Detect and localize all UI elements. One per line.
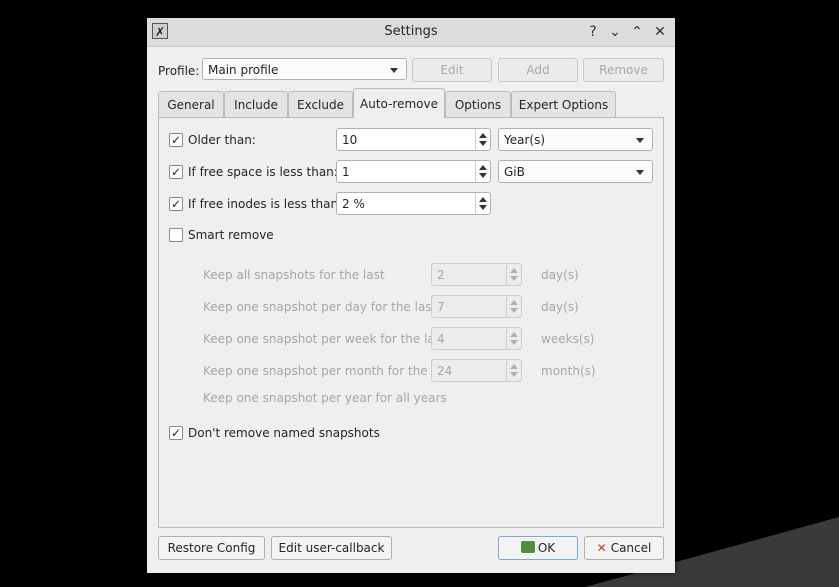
spin-down-icon[interactable] bbox=[510, 372, 518, 377]
keep-per-month-unit: month(s) bbox=[541, 364, 596, 378]
tab-include[interactable]: Include bbox=[224, 91, 288, 117]
spin-down-icon[interactable] bbox=[510, 308, 518, 313]
older-than-value: 10 bbox=[342, 133, 358, 147]
chevron-down-icon bbox=[636, 138, 644, 143]
free-space-unit-select[interactable]: GiB bbox=[498, 160, 653, 183]
older-than-unit-value: Year(s) bbox=[504, 133, 546, 147]
older-than-checkbox[interactable]: ✓ bbox=[169, 133, 183, 147]
profile-select-value: Main profile bbox=[208, 63, 279, 77]
keep-per-day-value: 7 bbox=[437, 300, 445, 314]
spin-buttons[interactable] bbox=[475, 193, 490, 214]
close-icon[interactable]: ✕ bbox=[650, 22, 670, 42]
cancel-button[interactable]: ✕ Cancel bbox=[584, 536, 664, 560]
keep-per-day-spinbox[interactable]: 7 bbox=[431, 295, 522, 318]
keep-all-unit: day(s) bbox=[541, 268, 579, 282]
keep-per-year-label: Keep one snapshot per year for all years bbox=[203, 391, 447, 405]
keep-per-week-value: 4 bbox=[437, 332, 445, 346]
profile-label: Profile: bbox=[158, 64, 200, 78]
tab-general[interactable]: General bbox=[158, 91, 224, 117]
keep-per-month-value: 24 bbox=[437, 364, 453, 378]
spin-buttons[interactable] bbox=[506, 360, 521, 381]
edit-user-callback-button[interactable]: Edit user-callback bbox=[271, 536, 392, 560]
spin-up-icon[interactable] bbox=[510, 300, 518, 305]
dont-remove-named-checkbox[interactable]: ✓ bbox=[169, 426, 183, 440]
spin-up-icon[interactable] bbox=[479, 133, 487, 138]
keep-per-week-unit: weeks(s) bbox=[541, 332, 595, 346]
remove-profile-button[interactable]: Remove bbox=[583, 58, 664, 82]
spin-down-icon[interactable] bbox=[510, 276, 518, 281]
free-space-unit-value: GiB bbox=[504, 165, 525, 179]
spin-up-icon[interactable] bbox=[510, 332, 518, 337]
free-inodes-label: If free inodes is less than: bbox=[188, 197, 343, 211]
restore-config-button[interactable]: Restore Config bbox=[158, 536, 265, 560]
free-space-label: If free space is less than: bbox=[188, 165, 338, 179]
chevron-down-icon bbox=[636, 170, 644, 175]
spin-down-icon[interactable] bbox=[479, 205, 487, 210]
keep-per-week-label: Keep one snapshot per week for the last bbox=[203, 332, 446, 346]
smart-remove-checkbox[interactable] bbox=[169, 228, 183, 242]
tab-options[interactable]: Options bbox=[445, 91, 511, 117]
older-than-label: Older than: bbox=[188, 133, 256, 147]
keep-all-value: 2 bbox=[437, 268, 445, 282]
minimize-icon[interactable]: ⌄ bbox=[605, 22, 625, 42]
cancel-x-icon: ✕ bbox=[596, 541, 607, 555]
free-inodes-value: 2 % bbox=[342, 197, 365, 211]
free-space-checkbox[interactable]: ✓ bbox=[169, 165, 183, 179]
profile-select[interactable]: Main profile bbox=[202, 58, 407, 80]
free-inodes-spinbox[interactable]: 2 % bbox=[336, 192, 491, 215]
ok-button-label: OK bbox=[537, 541, 556, 555]
spin-down-icon[interactable] bbox=[479, 141, 487, 146]
spin-up-icon[interactable] bbox=[510, 364, 518, 369]
free-space-value: 1 bbox=[342, 165, 350, 179]
spin-buttons[interactable] bbox=[506, 264, 521, 285]
title-bar[interactable]: ✗ Settings ? ⌄ ⌃ ✕ bbox=[147, 18, 675, 47]
help-icon[interactable]: ? bbox=[583, 22, 603, 42]
smart-remove-label: Smart remove bbox=[188, 228, 274, 242]
ok-button[interactable]: OK bbox=[498, 536, 578, 560]
keep-per-month-label: Keep one snapshot per month for the last bbox=[203, 364, 454, 378]
add-profile-button[interactable]: Add bbox=[498, 58, 578, 82]
chevron-down-icon bbox=[390, 68, 398, 73]
spin-buttons[interactable] bbox=[506, 296, 521, 317]
dont-remove-named-label: Don't remove named snapshots bbox=[188, 426, 380, 440]
keep-per-day-label: Keep one snapshot per day for the last bbox=[203, 300, 437, 314]
tab-auto-remove[interactable]: Auto-remove bbox=[353, 88, 445, 118]
keep-all-spinbox[interactable]: 2 bbox=[431, 263, 522, 286]
keep-all-label: Keep all snapshots for the last bbox=[203, 268, 385, 282]
older-than-unit-select[interactable]: Year(s) bbox=[498, 128, 653, 151]
spin-buttons[interactable] bbox=[506, 328, 521, 349]
ok-check-icon bbox=[520, 541, 535, 553]
older-than-spinbox[interactable]: 10 bbox=[336, 128, 491, 151]
spin-down-icon[interactable] bbox=[479, 173, 487, 178]
tab-exclude[interactable]: Exclude bbox=[288, 91, 353, 117]
free-space-spinbox[interactable]: 1 bbox=[336, 160, 491, 183]
spin-up-icon[interactable] bbox=[479, 197, 487, 202]
spin-buttons[interactable] bbox=[475, 129, 490, 150]
edit-profile-button[interactable]: Edit bbox=[412, 58, 492, 82]
tab-expert-options[interactable]: Expert Options bbox=[511, 91, 616, 117]
keep-per-week-spinbox[interactable]: 4 bbox=[431, 327, 522, 350]
free-inodes-checkbox[interactable]: ✓ bbox=[169, 197, 183, 211]
spin-up-icon[interactable] bbox=[479, 165, 487, 170]
spin-buttons[interactable] bbox=[475, 161, 490, 182]
cancel-button-label: Cancel bbox=[610, 541, 652, 555]
spin-up-icon[interactable] bbox=[510, 268, 518, 273]
keep-per-month-spinbox[interactable]: 24 bbox=[431, 359, 522, 382]
keep-per-day-unit: day(s) bbox=[541, 300, 579, 314]
maximize-icon[interactable]: ⌃ bbox=[627, 22, 647, 42]
settings-dialog: ✗ Settings ? ⌄ ⌃ ✕ Profile: Main profile… bbox=[147, 18, 675, 573]
spin-down-icon[interactable] bbox=[510, 340, 518, 345]
